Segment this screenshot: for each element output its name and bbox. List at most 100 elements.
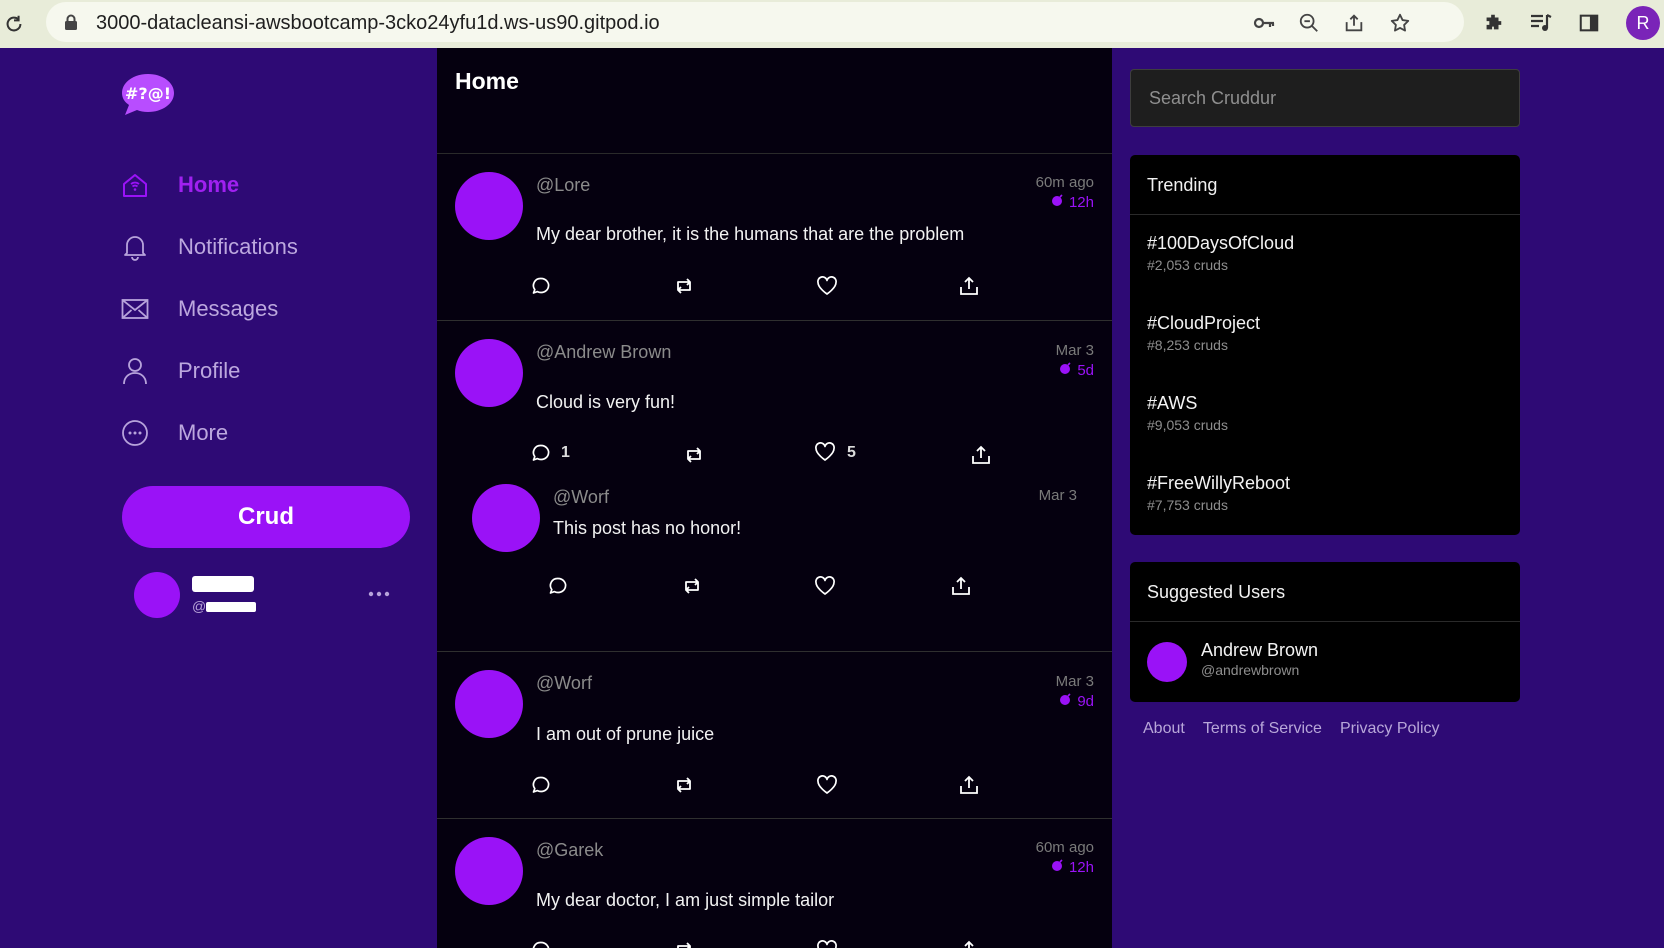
footer-link-terms[interactable]: Terms of Service: [1203, 720, 1322, 738]
post-handle[interactable]: @Garek: [536, 840, 603, 861]
share-icon[interactable]: [955, 936, 983, 948]
trending-tag[interactable]: #CloudProject: [1147, 313, 1260, 334]
bomb-icon: [1059, 361, 1073, 379]
post-message: My dear doctor, I am just simple tailor: [536, 890, 835, 910]
post-handle[interactable]: @Andrew Brown: [536, 342, 671, 363]
bell-icon: [120, 232, 150, 262]
like-icon[interactable]: [813, 771, 841, 799]
lock-icon: [64, 14, 78, 35]
user-icon: [120, 356, 150, 386]
avatar[interactable]: [455, 339, 523, 407]
share-icon[interactable]: [1342, 11, 1366, 35]
share-icon[interactable]: [947, 572, 975, 600]
current-user[interactable]: @: [134, 572, 404, 620]
trending-tag[interactable]: #FreeWillyReboot: [1147, 473, 1290, 494]
nav-messages[interactable]: Messages: [120, 289, 278, 329]
bomb-icon: [1059, 692, 1073, 710]
trending-item[interactable]: #CloudProject #8,253 cruds: [1147, 313, 1260, 353]
star-icon[interactable]: [1388, 11, 1412, 35]
suggested-title: Suggested Users: [1130, 562, 1520, 622]
footer-link-privacy[interactable]: Privacy Policy: [1340, 720, 1440, 738]
avatar[interactable]: [455, 670, 523, 738]
like-count: 5: [847, 444, 856, 461]
like-icon[interactable]: [813, 272, 841, 300]
reply-icon[interactable]: [527, 936, 555, 948]
trending-item[interactable]: #AWS #9,053 cruds: [1147, 393, 1228, 433]
activity-item[interactable]: @Lore 60m ago 12h My dear brother, it is…: [437, 154, 1112, 321]
avatar[interactable]: [455, 837, 523, 905]
trending-panel: Trending #100DaysOfCloud #2,053 cruds #C…: [1130, 155, 1520, 535]
extensions-icon[interactable]: [1480, 10, 1506, 36]
activity-item[interactable]: @Worf Mar 3 9d I am out of prune juice: [437, 652, 1112, 819]
post-message: Cloud is very fun!: [536, 392, 676, 412]
activity-feed: Home @Lore 60m ago 12h My dear brother, …: [437, 48, 1112, 948]
handle-redaction: [206, 602, 257, 613]
nav-messages-label: Messages: [178, 296, 279, 321]
expires-text: 12h: [1068, 858, 1094, 876]
reload-icon[interactable]: [2, 12, 26, 36]
post-time: 60m ago: [1035, 174, 1094, 191]
post-time: Mar 3: [1055, 342, 1094, 359]
trending-tag[interactable]: #AWS: [1147, 393, 1228, 414]
current-user-handle: @: [192, 598, 257, 614]
repost-icon[interactable]: [678, 572, 706, 600]
avatar[interactable]: [1147, 642, 1187, 682]
reply-icon[interactable]: [527, 272, 555, 300]
avatar[interactable]: [472, 484, 540, 552]
reply-icon[interactable]: [544, 572, 572, 600]
expires-badge: 12h: [1051, 193, 1094, 211]
handle-prefix: @: [192, 598, 207, 614]
crud-button[interactable]: Crud: [122, 486, 410, 548]
reply-icon[interactable]: [527, 439, 555, 467]
trending-item[interactable]: #FreeWillyReboot #7,753 cruds: [1147, 473, 1290, 513]
like-icon[interactable]: [811, 438, 839, 466]
nav-notifications[interactable]: Notifications: [120, 227, 298, 267]
reply-count: 1: [561, 444, 570, 461]
trending-count: #8,253 cruds: [1147, 337, 1228, 353]
activity-item[interactable]: @Andrew Brown Mar 3 5d Cloud is very fun…: [437, 321, 1112, 652]
activity-item[interactable]: @Garek 60m ago 12h My dear doctor, I am …: [437, 819, 1112, 948]
suggested-user-name[interactable]: Andrew Brown: [1201, 640, 1318, 661]
share-icon[interactable]: [967, 441, 995, 469]
like-icon[interactable]: [813, 936, 841, 948]
side-panel-icon[interactable]: [1576, 10, 1602, 36]
repost-icon[interactable]: [670, 936, 698, 948]
repost-icon[interactable]: [680, 441, 708, 469]
cruddur-logo[interactable]: #?@!: [120, 72, 176, 118]
key-icon[interactable]: [1252, 11, 1276, 35]
expires-badge: 9d: [1059, 692, 1094, 710]
share-icon[interactable]: [955, 272, 983, 300]
avatar: [134, 572, 180, 618]
reply-item[interactable]: @Worf Mar 3 This post has no honor!: [437, 481, 1112, 641]
more-horizontal-icon[interactable]: [364, 582, 394, 606]
bomb-icon: [1051, 858, 1065, 876]
svg-text:#?@!: #?@!: [125, 84, 171, 103]
repost-icon[interactable]: [670, 272, 698, 300]
expires-badge: 12h: [1051, 858, 1094, 876]
share-icon[interactable]: [955, 771, 983, 799]
trending-tag[interactable]: #100DaysOfCloud: [1147, 233, 1294, 254]
browser-profile-avatar[interactable]: R: [1626, 6, 1660, 40]
footer-link-about[interactable]: About: [1143, 720, 1185, 738]
expires-badge: 5d: [1059, 361, 1094, 379]
nav-profile[interactable]: Profile: [120, 351, 240, 391]
zoom-icon[interactable]: [1297, 11, 1321, 35]
trending-title: Trending: [1130, 155, 1520, 215]
nav-more[interactable]: More: [120, 413, 228, 453]
address-bar[interactable]: 3000-datacleansi-awsbootcamp-3cko24yfu1d…: [46, 2, 1464, 42]
post-handle[interactable]: @Worf: [536, 673, 592, 694]
trending-item[interactable]: #100DaysOfCloud #2,053 cruds: [1147, 233, 1294, 273]
post-handle[interactable]: @Lore: [536, 175, 590, 196]
media-control-icon[interactable]: [1528, 10, 1554, 36]
bomb-icon: [1051, 193, 1065, 211]
search-input[interactable]: [1130, 69, 1520, 127]
reply-handle[interactable]: @Worf: [553, 487, 609, 508]
nav-home[interactable]: Home: [120, 165, 239, 205]
reply-icon[interactable]: [527, 771, 555, 799]
browser-toolbar: 3000-datacleansi-awsbootcamp-3cko24yfu1d…: [0, 0, 1664, 48]
url-text[interactable]: 3000-datacleansi-awsbootcamp-3cko24yfu1d…: [96, 12, 660, 35]
avatar[interactable]: [455, 172, 523, 240]
repost-icon[interactable]: [670, 771, 698, 799]
like-icon[interactable]: [811, 572, 839, 600]
page-title: Home: [455, 68, 519, 94]
